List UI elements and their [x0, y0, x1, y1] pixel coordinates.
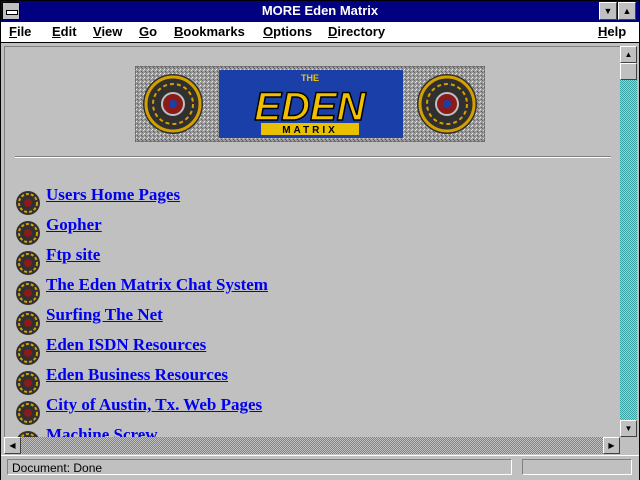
link-chat-system[interactable]: The Eden Matrix Chat System	[46, 275, 268, 295]
link-city-of-austin[interactable]: City of Austin, Tx. Web Pages	[46, 395, 262, 415]
list-item[interactable]: Ftp site	[15, 245, 615, 275]
vertical-scroll-track[interactable]	[620, 63, 637, 420]
menu-directory[interactable]: Directory	[328, 24, 385, 39]
list-item[interactable]: Eden ISDN Resources	[15, 335, 615, 365]
bullet-icon	[16, 221, 40, 245]
progress-indicator	[522, 459, 632, 475]
title-bar: MORE Eden Matrix ▼ ▲	[1, 1, 639, 22]
window-title: MORE Eden Matrix	[261, 3, 379, 18]
menu-edit[interactable]: Edit	[52, 24, 77, 39]
scroll-left-button[interactable]: ◀	[4, 437, 21, 454]
menu-view[interactable]: View	[93, 24, 122, 39]
link-gopher[interactable]: Gopher	[46, 215, 102, 235]
list-item[interactable]: The Eden Matrix Chat System	[15, 275, 615, 305]
menu-options[interactable]: Options	[263, 24, 312, 39]
horizontal-scrollbar[interactable]: ◀ ▶	[4, 437, 620, 454]
svg-text:EDEN: EDEN	[254, 85, 366, 129]
menu-help[interactable]: Help	[598, 24, 626, 39]
list-item[interactable]: Users Home Pages	[15, 185, 615, 215]
page-content: THE EDEN MATRIX Users Home Pages Gopher …	[4, 46, 621, 438]
scroll-down-button[interactable]: ▼	[620, 420, 637, 437]
vertical-scroll-thumb[interactable]	[620, 63, 637, 80]
eden-matrix-logo-icon: THE EDEN MATRIX	[135, 66, 485, 142]
horizontal-scroll-track[interactable]	[21, 437, 603, 454]
list-item[interactable]: City of Austin, Tx. Web Pages	[15, 395, 615, 425]
status-text: Document: Done	[7, 459, 512, 475]
scrollbar-corner	[620, 437, 637, 454]
bullet-icon	[16, 371, 40, 395]
link-users-home-pages[interactable]: Users Home Pages	[46, 185, 180, 205]
link-surfing-the-net[interactable]: Surfing The Net	[46, 305, 163, 325]
svg-text:MATRIX: MATRIX	[282, 125, 338, 136]
menu-file[interactable]: File	[9, 24, 31, 39]
menu-bar: File Edit View Go Bookmarks Options Dire…	[1, 22, 639, 43]
scroll-right-button[interactable]: ▶	[603, 437, 620, 454]
bullet-icon	[16, 401, 40, 425]
minimize-button[interactable]: ▼	[599, 2, 617, 20]
menu-bookmarks[interactable]: Bookmarks	[174, 24, 245, 39]
bullet-icon	[16, 191, 40, 215]
link-isdn-resources[interactable]: Eden ISDN Resources	[46, 335, 206, 355]
browser-window: MORE Eden Matrix ▼ ▲ File Edit View Go B…	[0, 0, 640, 480]
bullet-icon	[16, 311, 40, 335]
menu-go[interactable]: Go	[139, 24, 157, 39]
link-ftp-site[interactable]: Ftp site	[46, 245, 100, 265]
maximize-button[interactable]: ▲	[618, 2, 636, 20]
svg-text:THE: THE	[301, 73, 319, 83]
horizontal-rule	[15, 156, 611, 158]
list-item[interactable]: Gopher	[15, 215, 615, 245]
scroll-up-button[interactable]: ▲	[620, 46, 637, 63]
bullet-icon	[16, 281, 40, 305]
list-item[interactable]: Eden Business Resources	[15, 365, 615, 395]
list-item[interactable]: Surfing The Net	[15, 305, 615, 335]
vertical-scrollbar[interactable]: ▲ ▼	[620, 46, 637, 437]
bullet-icon	[16, 251, 40, 275]
status-bar: Document: Done	[1, 455, 639, 480]
link-business-resources[interactable]: Eden Business Resources	[46, 365, 228, 385]
bullet-icon	[16, 341, 40, 365]
